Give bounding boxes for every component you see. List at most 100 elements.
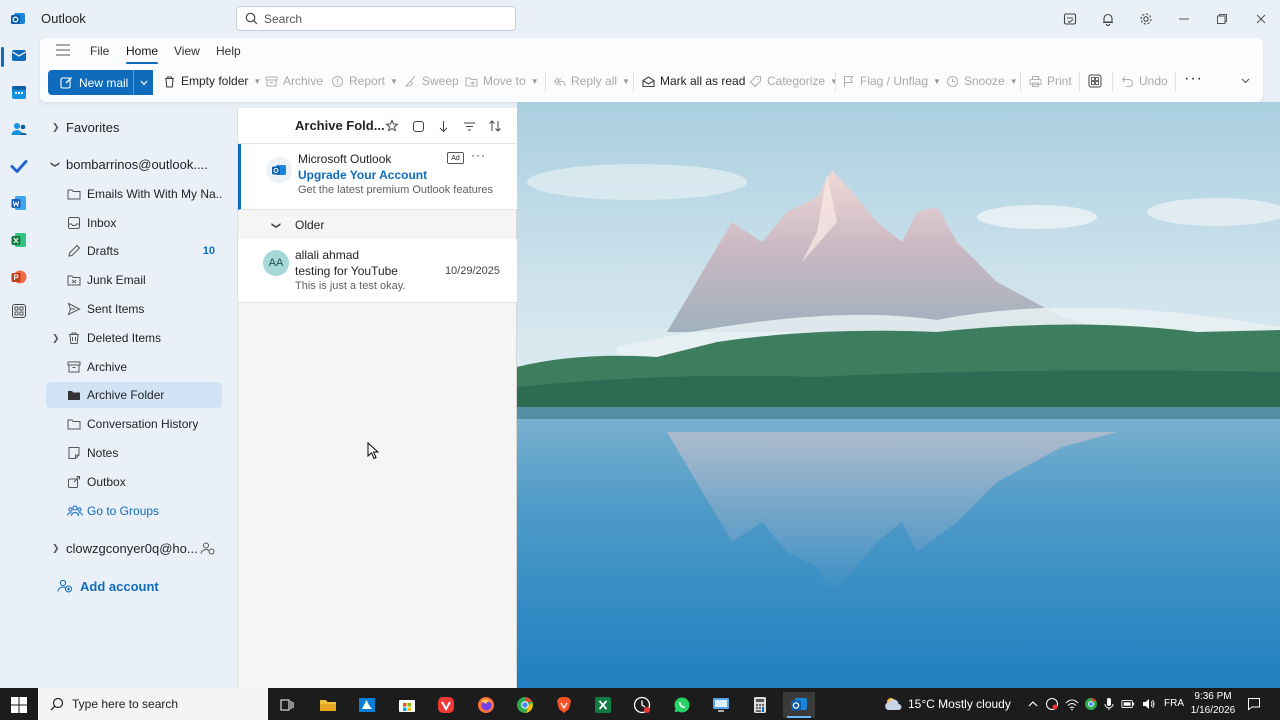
folder-label: Sent Items xyxy=(87,302,145,316)
flag-button[interactable]: Flag / Unflag ▼ xyxy=(842,74,941,88)
microphone-icon[interactable] xyxy=(1102,697,1116,711)
favorites-header[interactable]: ❯ Favorites xyxy=(38,114,237,140)
weather-cloudy-icon[interactable] xyxy=(882,695,904,713)
ad-sender: Microsoft Outlook xyxy=(298,152,392,166)
tab-help[interactable]: Help xyxy=(216,44,241,58)
ribbon-divider xyxy=(1020,72,1021,92)
clock[interactable]: 9:36 PM 1/16/2026 xyxy=(1190,690,1236,718)
minimize-icon[interactable] xyxy=(1176,11,1192,27)
microsoft-store-icon[interactable] xyxy=(391,692,423,718)
bell-icon[interactable] xyxy=(1100,11,1116,27)
ribbon-expand-icon[interactable] xyxy=(1241,78,1255,84)
add-account-label: Add account xyxy=(80,578,159,594)
ad-message-item[interactable]: Microsoft Outlook Upgrade Your Account G… xyxy=(238,144,518,210)
app-tray-icon[interactable] xyxy=(1045,697,1059,711)
excel-app-icon[interactable] xyxy=(10,231,28,249)
task-view-icon[interactable] xyxy=(271,692,303,718)
select-icon[interactable] xyxy=(410,118,426,134)
vivaldi-browser-icon[interactable] xyxy=(430,692,462,718)
taskbar-search-input[interactable] xyxy=(72,697,262,711)
categorize-button[interactable]: Categorize ▼ xyxy=(749,74,838,88)
file-explorer-icon[interactable] xyxy=(312,692,344,718)
folder-emails-with-my-name[interactable]: Emails With With My Na... xyxy=(38,181,237,207)
tab-file[interactable]: File xyxy=(90,44,109,58)
sweep-button[interactable]: Sweep xyxy=(404,74,459,88)
chevron-right-icon[interactable]: ❯ xyxy=(52,333,60,344)
chrome-tray-icon[interactable] xyxy=(1084,697,1098,711)
notification-center-icon[interactable] xyxy=(1247,697,1261,711)
empty-folder-button[interactable]: Empty folder ▼ xyxy=(163,74,261,88)
whatsapp-icon[interactable] xyxy=(666,692,698,718)
language-indicator[interactable]: FRA xyxy=(1164,698,1184,709)
go-to-groups-link[interactable]: Go to Groups xyxy=(38,498,237,524)
print-button[interactable]: Print xyxy=(1029,74,1072,88)
add-account-button[interactable]: Add account xyxy=(38,573,237,599)
restore-icon[interactable] xyxy=(1214,11,1230,27)
folder-label: Notes xyxy=(87,446,119,460)
people-app-icon[interactable] xyxy=(10,120,28,138)
folder-deleted-items[interactable]: ❯ Deleted Items xyxy=(38,325,237,351)
firefox-browser-icon[interactable] xyxy=(470,692,502,718)
archive-button[interactable]: Archive xyxy=(265,74,323,88)
star-icon[interactable] xyxy=(384,118,400,134)
clock-app-icon[interactable] xyxy=(626,692,658,718)
account-header-bombarrinos[interactable]: ❯ bombarrinos@outlook.... xyxy=(38,151,237,177)
brave-browser-icon[interactable] xyxy=(548,692,580,718)
filter-icon[interactable] xyxy=(461,118,477,134)
folder-notes[interactable]: Notes xyxy=(38,440,237,466)
flag-label: Flag / Unflag xyxy=(860,74,929,88)
folder-outbox[interactable]: Outbox xyxy=(38,469,237,495)
reply-all-button[interactable]: Reply all ▼ xyxy=(553,74,630,88)
snooze-button[interactable]: Snooze ▼ xyxy=(946,74,1018,88)
account-header-clowzgconyer[interactable]: ❯ clowzgconyer0q@ho... xyxy=(38,535,237,561)
more-apps-icon[interactable] xyxy=(10,302,28,320)
search-input[interactable] xyxy=(264,11,504,26)
chevron-down-icon xyxy=(140,80,147,85)
report-button[interactable]: Report ▼ xyxy=(331,74,398,88)
folder-archive[interactable]: Archive xyxy=(38,354,237,380)
windows-start-icon[interactable] xyxy=(11,697,27,713)
more-options-icon[interactable]: ··· xyxy=(1184,70,1203,88)
azure-app-icon[interactable] xyxy=(351,692,383,718)
word-app-icon[interactable] xyxy=(10,194,28,212)
search-box[interactable] xyxy=(236,6,516,31)
powerpoint-app-icon[interactable] xyxy=(10,268,28,286)
gear-icon[interactable] xyxy=(1138,11,1154,27)
group-header-older[interactable]: ❯ Older xyxy=(238,210,518,240)
chevron-down-icon: ▼ xyxy=(390,76,398,86)
chevron-up-icon[interactable] xyxy=(1026,697,1040,711)
mark-all-read-button[interactable]: Mark all as read xyxy=(642,74,745,88)
close-icon[interactable] xyxy=(1253,11,1269,27)
folder-inbox[interactable]: Inbox xyxy=(38,210,237,236)
sort-icon[interactable] xyxy=(487,118,503,134)
remote-desktop-icon[interactable] xyxy=(705,692,737,718)
folder-junk-email[interactable]: Junk Email xyxy=(38,267,237,293)
folder-conversation-history[interactable]: Conversation History xyxy=(38,411,237,437)
new-mail-dropdown[interactable] xyxy=(133,70,153,95)
folder-archive-folder[interactable]: Archive Folder xyxy=(46,382,222,408)
my-day-icon[interactable] xyxy=(1062,11,1078,27)
battery-icon[interactable] xyxy=(1121,697,1135,711)
hamburger-menu-icon[interactable] xyxy=(56,44,70,56)
outlook-taskbar-icon[interactable] xyxy=(783,692,815,718)
volume-icon[interactable] xyxy=(1141,697,1155,711)
todo-app-icon[interactable] xyxy=(10,157,28,175)
tab-home[interactable]: Home xyxy=(126,44,159,64)
jump-to-icon[interactable] xyxy=(435,118,451,134)
mail-app-icon[interactable] xyxy=(10,46,28,64)
move-to-button[interactable]: Move to ▼ xyxy=(465,74,539,88)
tab-view[interactable]: View xyxy=(174,44,200,58)
more-options-icon[interactable]: ··· xyxy=(471,148,486,162)
weather-text[interactable]: 15°C Mostly cloudy xyxy=(908,697,1011,711)
calculator-icon[interactable] xyxy=(744,692,776,718)
list-item[interactable]: AA allali ahmad testing for YouTube This… xyxy=(238,239,518,303)
chrome-profile-icon[interactable] xyxy=(509,692,541,718)
excel-taskbar-icon[interactable] xyxy=(587,692,619,718)
folder-drafts[interactable]: Drafts 10 xyxy=(38,238,237,264)
folder-sent-items[interactable]: Sent Items xyxy=(38,296,237,322)
calendar-app-icon[interactable] xyxy=(10,83,28,101)
undo-button[interactable]: Undo xyxy=(1121,74,1168,88)
network-icon[interactable] xyxy=(1065,697,1079,711)
immersive-reader-button[interactable] xyxy=(1088,74,1107,88)
taskbar-search-box[interactable] xyxy=(38,688,268,720)
